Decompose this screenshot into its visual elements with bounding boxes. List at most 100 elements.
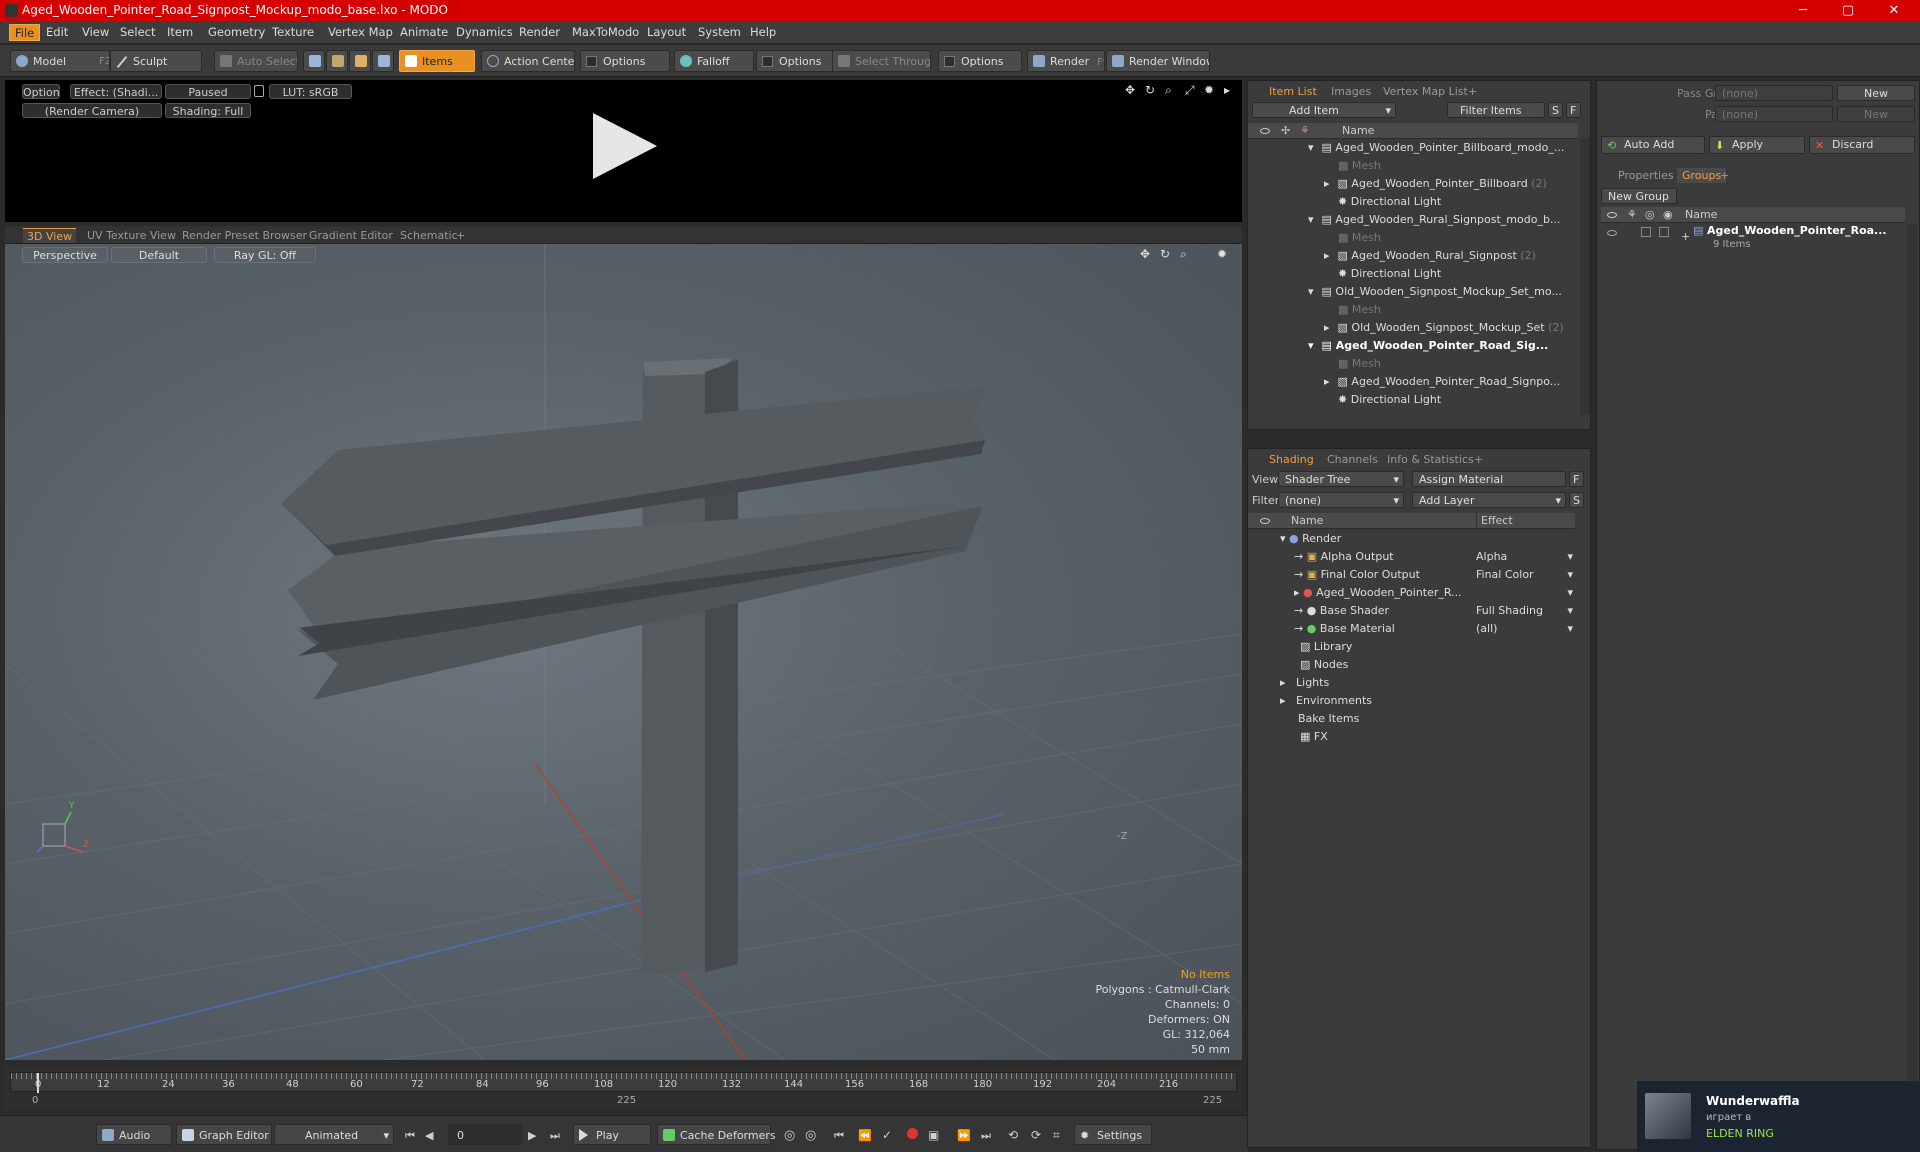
maximize-icon[interactable]: ⤢	[1185, 83, 1195, 98]
effect-dropdown[interactable]: (all) ▾	[1476, 620, 1575, 638]
effect-dropdown[interactable]: Full Shading ▾	[1476, 602, 1575, 620]
loop-icon[interactable]: ⟲	[1008, 1128, 1018, 1142]
skip-start-icon[interactable]: ⏮	[405, 1129, 415, 1143]
options-icon[interactable]: ⌗	[1053, 1128, 1060, 1143]
checkbox[interactable]	[1641, 227, 1651, 237]
list-item[interactable]: ▸ ▧ Aged_Wooden_Pointer_Billboard (2)	[1324, 175, 1547, 193]
new-pass-button[interactable]: New	[1837, 106, 1915, 122]
item-list-scrollbar[interactable]	[1580, 139, 1590, 415]
close-button[interactable]: ✕	[1872, 0, 1916, 21]
menu-edit[interactable]: Edit	[41, 24, 73, 41]
list-item[interactable]: ▩ Mesh	[1338, 301, 1381, 319]
s-button[interactable]: S	[1548, 102, 1563, 118]
shader-row[interactable]: → ● Base Material	[1294, 620, 1395, 638]
prev-frame-icon[interactable]: ⏪	[858, 1129, 872, 1142]
next-frame-icon[interactable]: ⏩	[957, 1129, 971, 1142]
menu-item[interactable]: Item	[162, 24, 198, 41]
rotate-icon[interactable]: ↻	[1145, 83, 1155, 97]
minimize-button[interactable]: ─	[1781, 0, 1825, 21]
tab-info-statistics[interactable]: Info & Statistics	[1382, 452, 1479, 467]
menu-geometry[interactable]: Geometry	[203, 24, 270, 41]
autokey-icon[interactable]: ✓	[882, 1128, 892, 1142]
tab-channels[interactable]: Channels	[1322, 452, 1383, 467]
next-key-icon[interactable]: ▶	[528, 1129, 536, 1142]
tab-uv-texture-view[interactable]: UV Texture View	[83, 228, 180, 243]
viewport-3d[interactable]: Perspective Default Ray GL: Off ✥ ↻ ⌕ ✹	[5, 244, 1242, 1060]
groups-scrollbar[interactable]	[1907, 224, 1917, 1144]
menu-file[interactable]: File	[9, 24, 41, 41]
animated-dropdown[interactable]: Animated ▾	[274, 1124, 394, 1145]
key-icon[interactable]: ◎	[784, 1128, 795, 1143]
key-icon[interactable]: ▣	[928, 1128, 939, 1142]
select-vertices-button[interactable]	[303, 50, 325, 72]
sculpt-mode-button[interactable]: Sculpt	[110, 50, 202, 72]
expand-icon[interactable]: +	[1681, 230, 1690, 243]
auto-add-button[interactable]: ⟲ Auto Add	[1601, 136, 1705, 154]
shader-row[interactable]: ▨ Nodes	[1300, 656, 1348, 674]
select-edges-button[interactable]	[326, 50, 348, 72]
frame-input[interactable]: 0	[448, 1124, 522, 1145]
tab-3d-view[interactable]: 3D View	[23, 228, 77, 243]
key-icon[interactable]: ◎	[805, 1128, 816, 1143]
list-item[interactable]: ▾ ▤ Aged_Wooden_Pointer_Billboard_modo_..…	[1308, 139, 1564, 157]
arrow-right-icon[interactable]: ▸	[1224, 83, 1230, 97]
shader-row[interactable]: ▦ FX	[1300, 728, 1328, 746]
auto-select-button[interactable]: Auto Select	[214, 50, 298, 72]
steam-notification[interactable]: Wunderwaffla играет в ELDEN RING	[1637, 1081, 1920, 1152]
skip-end-icon[interactable]: ⏭	[550, 1129, 560, 1143]
list-item-selected[interactable]: ▾ ▤ Aged_Wooden_Pointer_Road_Sig...	[1308, 337, 1548, 355]
lock-icon[interactable]	[254, 85, 264, 97]
graph-editor-button[interactable]: Graph Editor	[176, 1124, 272, 1145]
tab-gradient-editor[interactable]: Gradient Editor	[305, 228, 397, 243]
list-item[interactable]: ✸ Directional Light	[1338, 391, 1441, 409]
audio-button[interactable]: Audio	[96, 1124, 172, 1145]
cache-deformers-button[interactable]: Cache Deformers	[657, 1124, 776, 1145]
shader-row[interactable]: ▸ ● Aged_Wooden_Pointer_R...	[1294, 584, 1462, 602]
list-item[interactable]: ✸ Directional Light	[1338, 193, 1441, 211]
add-tab-button[interactable]: +	[1715, 168, 1734, 183]
tab-images[interactable]: Images	[1326, 84, 1376, 99]
apply-button[interactable]: ⬇ Apply	[1709, 136, 1805, 154]
model-mode-button[interactable]: Model F2	[10, 50, 110, 72]
play-button[interactable]: Play	[573, 1124, 651, 1145]
action-center-options[interactable]: Options	[580, 50, 670, 72]
timeline[interactable]: 0 12 24 36 48 60 72 84 96 108 120 132 14…	[5, 1066, 1242, 1110]
shading-dropdown[interactable]: Shading: Full	[165, 103, 251, 118]
add-layer-dropdown[interactable]: Add Layer ▾	[1412, 492, 1566, 508]
falloff-options[interactable]: Options	[756, 50, 834, 72]
action-center-button[interactable]: Action Center	[481, 50, 575, 72]
view-dropdown[interactable]: Shader Tree ▾	[1278, 471, 1404, 487]
zoom-icon[interactable]: ⌕	[1165, 83, 1172, 98]
items-mode-button[interactable]: Items5	[399, 50, 475, 72]
signpost-model[interactable]	[281, 358, 990, 974]
checkbox[interactable]	[944, 56, 955, 67]
tab-shading[interactable]: Shading	[1264, 452, 1319, 467]
new-pass-group-button[interactable]: New	[1837, 85, 1915, 101]
timeline-ruler[interactable]: 0 12 24 36 48 60 72 84 96 108 120 132 14…	[10, 1072, 1237, 1093]
prev-key-icon[interactable]: ◀	[425, 1129, 433, 1142]
list-item[interactable]: ✸ Directional Light	[1338, 265, 1441, 283]
shader-row[interactable]: → ▣ Alpha Output	[1294, 548, 1394, 566]
filter-items-input[interactable]: Filter Items	[1447, 102, 1545, 118]
menu-help[interactable]: Help	[745, 24, 781, 41]
shader-row[interactable]: ▸ Environments	[1280, 692, 1372, 710]
menu-system[interactable]: System	[693, 24, 746, 41]
falloff-button[interactable]: Falloff	[674, 50, 754, 72]
add-tab-button[interactable]: +	[1469, 452, 1488, 467]
menu-dynamics[interactable]: Dynamics	[451, 24, 518, 41]
list-item[interactable]: ▸ ▧ Aged_Wooden_Rural_Signpost (2)	[1324, 247, 1536, 265]
menu-animate[interactable]: Animate	[395, 24, 453, 41]
play-icon[interactable]	[593, 113, 657, 179]
tab-item-list[interactable]: Item List	[1264, 84, 1322, 99]
move-icon[interactable]: ✥	[1125, 83, 1135, 97]
list-item[interactable]: ▩ Mesh	[1338, 229, 1381, 247]
last-key-icon[interactable]: ⏭	[981, 1129, 991, 1143]
render-button[interactable]: RenderF9	[1027, 50, 1105, 72]
add-tab-button[interactable]: +	[452, 228, 469, 243]
menu-view[interactable]: View	[77, 24, 114, 41]
assign-material-button[interactable]: Assign Material	[1412, 471, 1566, 487]
new-group-button[interactable]: New Group	[1601, 188, 1677, 204]
tab-render-preset-browser[interactable]: Render Preset Browser	[178, 228, 311, 243]
discard-button[interactable]: ✕ Discard	[1809, 136, 1915, 154]
tab-vertex-map-list[interactable]: Vertex Map List	[1378, 84, 1473, 99]
